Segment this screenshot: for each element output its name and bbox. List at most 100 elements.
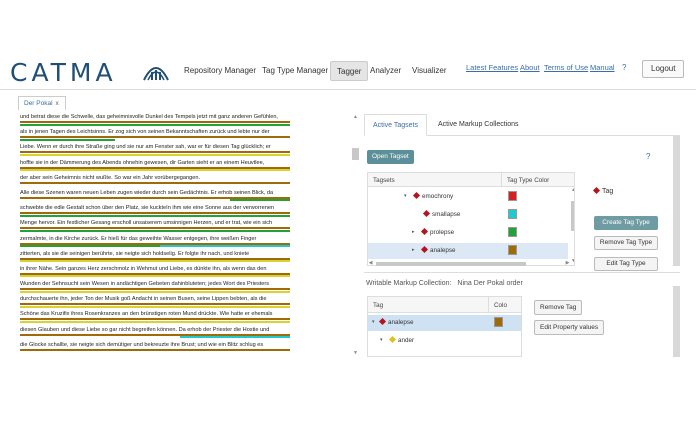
column-header-tagsets[interactable]: Tagsets bbox=[368, 173, 501, 187]
text-line[interactable]: hoffte sie in der Dämmerung des Abends o… bbox=[20, 160, 298, 175]
chevron-down-icon[interactable]: ▾ bbox=[372, 319, 375, 325]
annotation-underline[interactable] bbox=[20, 169, 290, 172]
annotation-underline[interactable] bbox=[20, 320, 290, 323]
annotation-underline[interactable] bbox=[20, 348, 290, 351]
tag-color-swatch[interactable] bbox=[508, 227, 517, 237]
annotation-underline[interactable] bbox=[20, 229, 290, 232]
close-icon[interactable]: x bbox=[56, 100, 59, 107]
markup-row[interactable]: ▾ analepse bbox=[368, 315, 521, 331]
tab-repository-manager[interactable]: Repository Manager bbox=[178, 61, 262, 81]
edit-tag-type-button[interactable]: Edit Tag Type bbox=[594, 257, 658, 271]
scroll-thumb[interactable] bbox=[352, 148, 359, 160]
document-text-area[interactable]: und betrat diese die Schwelle, das gehei… bbox=[20, 114, 298, 357]
text-line[interactable]: durchschauerte ihn, jeder Ton der Musik … bbox=[20, 296, 298, 311]
text-line[interactable]: und betrat diese die Schwelle, das gehei… bbox=[20, 114, 298, 129]
link-latest-features[interactable]: Latest Features bbox=[466, 63, 518, 72]
text-line[interactable]: Schöne das Kruzifix ihres Rosenkranzes a… bbox=[20, 311, 298, 326]
column-header-color[interactable]: Colo bbox=[488, 297, 521, 313]
link-terms-of-use[interactable]: Terms of Use bbox=[544, 63, 588, 72]
annotation-underline[interactable] bbox=[20, 153, 290, 156]
scroll-thumb[interactable] bbox=[673, 286, 680, 357]
annotation-underline[interactable] bbox=[20, 260, 290, 263]
tag-icon bbox=[420, 245, 429, 254]
tab-active-markup-collections[interactable]: Active Markup Collections bbox=[430, 114, 527, 136]
chevron-right-icon[interactable]: ▸ bbox=[412, 247, 415, 253]
open-tagset-button[interactable]: Open Tagset bbox=[367, 150, 414, 164]
tag-icon bbox=[422, 209, 431, 218]
link-about[interactable]: About bbox=[520, 63, 540, 72]
scroll-down-icon[interactable]: ▼ bbox=[571, 258, 574, 265]
annotation-underline[interactable] bbox=[180, 336, 290, 339]
tagger-scrollbar[interactable] bbox=[673, 136, 680, 357]
annotation-underline[interactable] bbox=[20, 123, 290, 126]
annotation-underline[interactable] bbox=[20, 245, 160, 247]
edit-property-values-button[interactable]: Edit Property values bbox=[534, 320, 605, 335]
annotation-underline[interactable] bbox=[20, 214, 290, 217]
tag-color-swatch[interactable] bbox=[508, 191, 517, 201]
remove-tag-type-button[interactable]: Remove Tag Type bbox=[594, 236, 658, 250]
panel-divider bbox=[364, 272, 680, 273]
text-line[interactable]: zitterten, als sie die seinigen berührte… bbox=[20, 251, 298, 266]
column-header-tag-type-color[interactable]: Tag Type Color bbox=[501, 173, 574, 187]
help-icon[interactable]: ? bbox=[622, 63, 626, 72]
tab-tag-type-manager[interactable]: Tag Type Manager bbox=[256, 61, 334, 81]
scroll-thumb[interactable] bbox=[673, 136, 680, 266]
chevron-down-icon[interactable]: ▾ bbox=[404, 193, 407, 199]
document-tab-label: Der Pokal bbox=[24, 100, 53, 107]
create-tag-type-button[interactable]: Create Tag Type bbox=[594, 216, 658, 230]
scroll-right-icon[interactable]: ▶ bbox=[564, 260, 571, 267]
column-header-tag[interactable]: Tag bbox=[368, 297, 488, 313]
scroll-thumb[interactable] bbox=[571, 201, 574, 231]
annotation-underline[interactable] bbox=[160, 245, 290, 247]
document-tab[interactable]: Der Pokal x bbox=[18, 96, 66, 110]
tag-color-swatch[interactable] bbox=[508, 209, 517, 219]
text-line[interactable]: diesen Glauben und diese Liebe so gar ni… bbox=[20, 327, 298, 342]
annotation-underline[interactable] bbox=[20, 181, 290, 184]
tag-icon bbox=[388, 335, 397, 344]
chevron-down-icon[interactable]: ▾ bbox=[380, 337, 383, 343]
annotation-underline[interactable] bbox=[20, 138, 115, 141]
text-line[interactable]: Alle diese Szenen waren neuen Leben zuge… bbox=[20, 190, 298, 205]
markup-row[interactable]: ▾ ander bbox=[368, 333, 521, 349]
help-icon[interactable]: ? bbox=[646, 152, 650, 161]
text-line[interactable]: Menge hervor. Ein festlicher Gesang ersc… bbox=[20, 220, 298, 235]
tab-visualizer[interactable]: Visualizer bbox=[406, 61, 453, 81]
tagset-row[interactable]: ▾ emochrony bbox=[368, 189, 568, 205]
tagset-row[interactable]: ▸ prolepse bbox=[368, 225, 568, 241]
logout-button[interactable]: Logout bbox=[642, 60, 685, 78]
text-line[interactable]: als in jenen Tagen des Leichtsinns. Er z… bbox=[20, 129, 298, 144]
annotation-underline[interactable] bbox=[20, 290, 290, 293]
writable-markup-collection: Writable Markup Collection: Nina Der Pok… bbox=[366, 280, 523, 287]
text-line[interactable]: zermalmte, in die Kirche zurück. Er hieß… bbox=[20, 236, 298, 251]
annotation-underline[interactable] bbox=[20, 275, 290, 278]
text-line[interactable]: Wunden der Sehnsucht sein Wesen in andäc… bbox=[20, 281, 298, 296]
link-manual[interactable]: Manual bbox=[590, 63, 615, 72]
scroll-up-icon[interactable]: ▲ bbox=[352, 114, 359, 121]
tag-icon bbox=[420, 227, 429, 236]
tagset-scrollbar[interactable]: ▲ ▼ bbox=[571, 187, 574, 265]
text-line[interactable]: die Glocke schallte, sie neigte sich dem… bbox=[20, 342, 298, 357]
tagger-panel: Active Tagsets Active Markup Collections… bbox=[364, 114, 680, 357]
tab-active-tagsets[interactable]: Active Tagsets bbox=[364, 114, 428, 136]
tagset-table: Tagsets Tag Type Color ▾ emochrony small… bbox=[367, 172, 575, 266]
chevron-right-icon[interactable]: ▸ bbox=[412, 229, 415, 235]
selected-tag-preview: Tag bbox=[592, 186, 613, 195]
scroll-down-icon[interactable]: ▼ bbox=[352, 350, 359, 357]
tag-color-swatch[interactable] bbox=[508, 245, 517, 255]
scroll-thumb[interactable] bbox=[376, 262, 526, 266]
tab-tagger[interactable]: Tagger bbox=[330, 61, 369, 81]
tag-color-swatch[interactable] bbox=[494, 317, 503, 327]
text-line[interactable]: in ihrer Nähe. Sein ganzes Herz zerschmo… bbox=[20, 266, 298, 281]
scroll-left-icon[interactable]: ◀ bbox=[367, 260, 374, 267]
tagset-row[interactable]: smallapse bbox=[368, 207, 568, 223]
text-line[interactable]: Liebe. Wenn er durch ihre Straße ging un… bbox=[20, 144, 298, 159]
remove-tag-button[interactable]: Remove Tag bbox=[534, 300, 583, 315]
scroll-up-icon[interactable]: ▲ bbox=[571, 187, 574, 194]
tab-analyzer[interactable]: Analyzer bbox=[364, 61, 407, 81]
text-line[interactable]: schwebte die edle Gestalt schon über den… bbox=[20, 205, 298, 220]
tagset-row[interactable]: ▸ analepse bbox=[368, 243, 568, 259]
annotation-underline[interactable] bbox=[20, 305, 290, 308]
annotation-underline[interactable] bbox=[230, 199, 290, 202]
document-scrollbar[interactable]: ▲ ▼ bbox=[352, 114, 359, 357]
text-line[interactable]: der aber sein Geheimnis nicht wußte. So … bbox=[20, 175, 298, 190]
